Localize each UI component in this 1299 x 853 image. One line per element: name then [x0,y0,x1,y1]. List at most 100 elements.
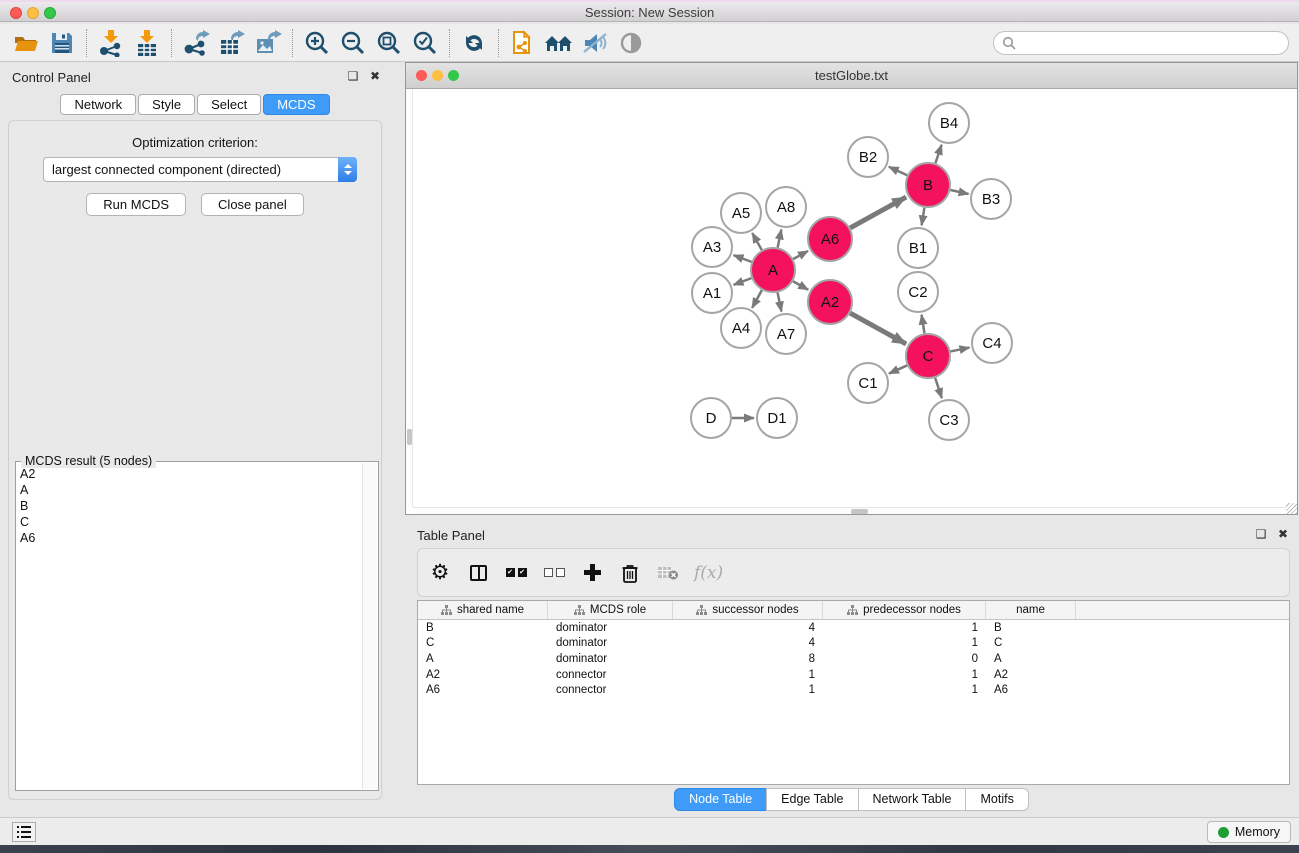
node-B[interactable]: B [906,163,950,207]
table-cell[interactable]: 4 [673,637,823,649]
show-graphics-details-button[interactable] [613,28,649,58]
tab-network-table[interactable]: Network Table [858,788,967,811]
memory-button[interactable]: Memory [1207,821,1291,843]
node-A5[interactable]: A5 [721,193,761,233]
column-header-MCDS-role[interactable]: MCDS role [548,601,673,619]
refresh-layout-button[interactable] [456,28,492,58]
node-A[interactable]: A [751,248,795,292]
select-all-columns-button[interactable]: ✔✔ [504,558,528,588]
delete-table-button[interactable] [656,558,680,588]
edge-B-B4[interactable] [935,145,941,163]
tab-select[interactable]: Select [197,94,261,115]
table-cell[interactable]: 1 [823,637,986,649]
node-B2[interactable]: B2 [848,137,888,177]
mcds-result-item[interactable]: A6 [20,530,360,546]
node-C2[interactable]: C2 [898,272,938,312]
zoom-in-button[interactable] [299,28,335,58]
edge-C-C4[interactable] [951,348,970,352]
table-row[interactable]: A2connector11A2 [418,667,1289,683]
node-D[interactable]: D [691,398,731,438]
tab-motifs[interactable]: Motifs [965,788,1028,811]
table-cell[interactable]: 1 [823,669,986,681]
edge-B-B2[interactable] [889,167,907,176]
edge-C-C1[interactable] [889,365,907,373]
mcds-result-item[interactable]: A2 [20,466,360,482]
tab-mcds[interactable]: MCDS [263,94,329,115]
table-cell[interactable]: 1 [673,669,823,681]
tab-network[interactable]: Network [60,94,136,115]
table-cell[interactable]: dominator [548,622,673,634]
deselect-all-columns-button[interactable] [542,558,566,588]
table-cell[interactable]: C [986,637,1076,649]
table-cell[interactable]: B [986,622,1076,634]
hide-annotations-button[interactable] [577,28,613,58]
task-history-button[interactable] [12,822,36,842]
import-network-button[interactable] [93,28,129,58]
table-cell[interactable]: 1 [823,622,986,634]
edge-C-C3[interactable] [935,378,942,398]
table-cell[interactable]: A [986,653,1076,665]
save-session-button[interactable] [44,28,80,58]
edge-A-A5[interactable] [752,233,761,250]
show-columns-button[interactable] [466,558,490,588]
table-cell[interactable]: A6 [986,684,1076,696]
table-row[interactable]: Cdominator41C [418,636,1289,652]
table-cell[interactable]: 1 [673,684,823,696]
criterion-dropdown[interactable]: largest connected component (directed) [43,157,357,182]
edge-A2-C[interactable] [850,313,906,344]
table-cell[interactable]: connector [548,669,673,681]
mcds-result-item[interactable]: B [20,498,360,514]
zoom-out-button[interactable] [335,28,371,58]
edge-C-C2[interactable] [922,315,925,334]
edge-A-A2[interactable] [793,281,808,290]
table-float-icon[interactable]: ❑ [1254,527,1268,541]
node-A3[interactable]: A3 [692,227,732,267]
network-graph[interactable]: B4B2BB3A8A5A6A3B1AC2A1A2A4A7C4CC1C3DD1 [406,89,1297,509]
resize-grip-icon[interactable] [1286,503,1297,514]
table-cell[interactable]: A2 [986,669,1076,681]
table-cell[interactable]: dominator [548,637,673,649]
network-horizontal-scrollbar[interactable] [413,507,1287,514]
tab-style[interactable]: Style [138,94,195,115]
node-B1[interactable]: B1 [898,228,938,268]
home-button[interactable] [541,28,577,58]
network-document-button[interactable] [505,28,541,58]
node-A7[interactable]: A7 [766,314,806,354]
tab-edge-table[interactable]: Edge Table [766,788,858,811]
mcds-result-item[interactable]: C [20,514,360,530]
table-cell[interactable]: C [418,637,548,649]
node-C1[interactable]: C1 [848,363,888,403]
edge-A-A3[interactable] [734,255,752,262]
table-row[interactable]: A6connector11A6 [418,682,1289,698]
node-B3[interactable]: B3 [971,179,1011,219]
node-C3[interactable]: C3 [929,400,969,440]
node-B4[interactable]: B4 [929,103,969,143]
float-panel-icon[interactable]: ❑ [346,69,360,83]
table-cell[interactable]: 0 [823,653,986,665]
node-A4[interactable]: A4 [721,308,761,348]
column-header-name[interactable]: name [986,601,1076,619]
zoom-selected-button[interactable] [407,28,443,58]
table-cell[interactable]: dominator [548,653,673,665]
node-A6[interactable]: A6 [808,217,852,261]
export-network-button[interactable] [178,28,214,58]
close-panel-icon[interactable]: ✖ [368,69,382,83]
network-vertical-scrollbar[interactable] [406,89,413,507]
node-C[interactable]: C [906,334,950,378]
mcds-result-item[interactable]: A [20,482,360,498]
node-A8[interactable]: A8 [766,187,806,227]
edge-A-A4[interactable] [752,290,762,308]
table-row[interactable]: Adominator80A [418,651,1289,667]
add-column-button[interactable] [580,558,604,588]
edge-A-A1[interactable] [734,278,752,285]
export-table-button[interactable] [214,28,250,58]
node-C4[interactable]: C4 [972,323,1012,363]
node-A2[interactable]: A2 [808,280,852,324]
delete-column-button[interactable] [618,558,642,588]
run-mcds-button[interactable]: Run MCDS [86,193,186,216]
edge-A6-B[interactable] [850,197,906,228]
table-cell[interactable]: 4 [673,622,823,634]
close-panel-button[interactable]: Close panel [201,193,304,216]
search-field[interactable] [993,31,1289,55]
result-scrollbar[interactable] [362,463,377,789]
